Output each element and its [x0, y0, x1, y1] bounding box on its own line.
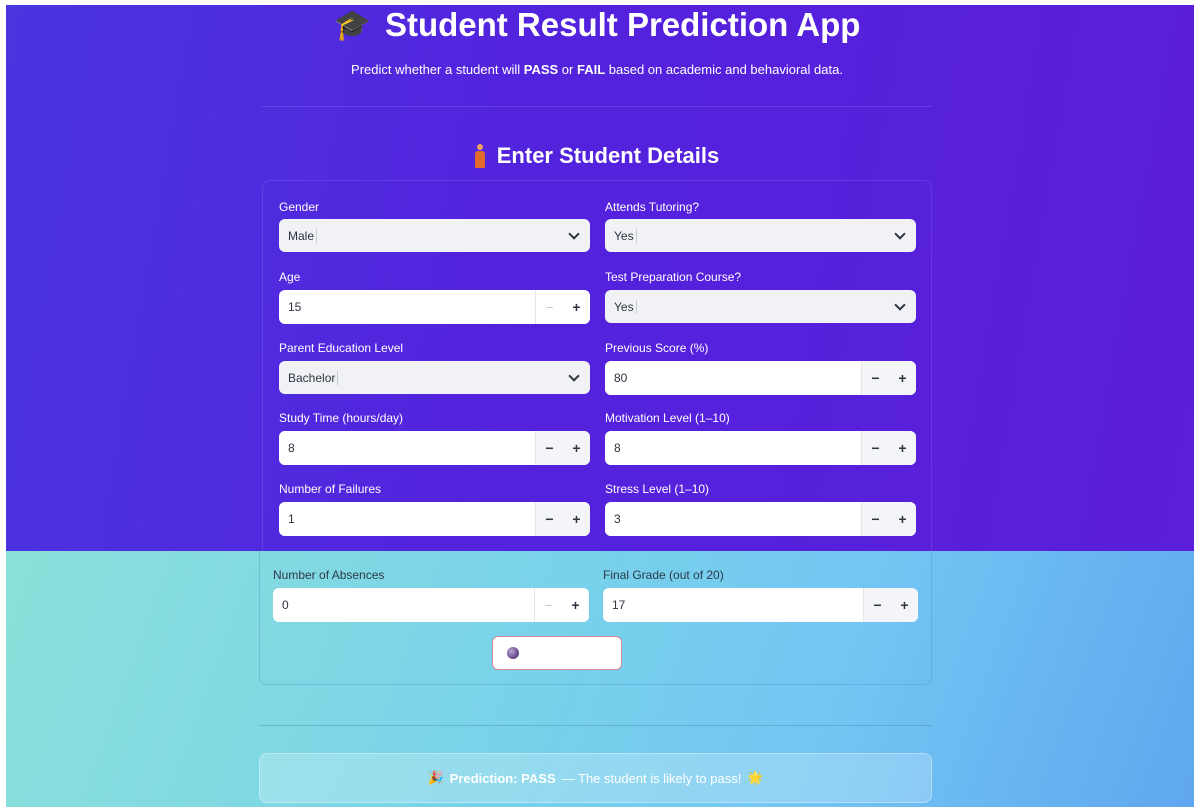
final-grade-decrement-button[interactable]: −	[864, 588, 891, 622]
study-time-decrement-button[interactable]: −	[536, 431, 563, 465]
gender-value: Male	[288, 228, 318, 243]
absences-increment-button[interactable]: +	[562, 588, 589, 622]
final-grade-number-input: 17 − +	[603, 588, 918, 622]
age-input[interactable]: 15	[279, 290, 536, 324]
stress-number-input: 3 − +	[605, 502, 916, 536]
test-prep-label: Test Preparation Course?	[605, 270, 742, 284]
parent-education-select[interactable]: Bachelor	[279, 361, 590, 394]
chevron-down-icon	[568, 228, 580, 240]
motivation-input[interactable]: 8	[605, 431, 862, 465]
stress-decrement-button[interactable]: −	[862, 502, 889, 536]
app-page: 🎓 Student Result Prediction App Predict …	[0, 0, 1194, 807]
absences-decrement-button[interactable]: −	[535, 588, 562, 622]
page-title-text: Student Result Prediction App	[384, 6, 861, 43]
age-decrement-button[interactable]: −	[536, 290, 563, 324]
person-icon	[474, 144, 485, 168]
failures-decrement-button[interactable]: −	[536, 502, 563, 536]
chevron-down-icon	[568, 370, 580, 382]
parent-education-value: Bachelor	[288, 370, 339, 385]
motivation-label: Motivation Level (1–10)	[605, 411, 730, 425]
section-heading: Enter Student Details	[0, 140, 1194, 172]
failures-label: Number of Failures	[279, 482, 382, 496]
chevron-down-icon	[894, 228, 906, 240]
failures-increment-button[interactable]: +	[563, 502, 590, 536]
star-icon: 🌟	[747, 770, 764, 785]
final-grade-input[interactable]: 17	[603, 588, 864, 622]
gender-select[interactable]: Male	[279, 219, 590, 252]
final-grade-label: Final Grade (out of 20)	[603, 568, 724, 582]
previous-score-decrement-button[interactable]: −	[862, 361, 889, 395]
page-title: 🎓 Student Result Prediction App	[0, 5, 1194, 45]
divider	[262, 106, 932, 107]
subtitle-tail: based on academic and behavioral data.	[605, 62, 843, 77]
tutoring-select[interactable]: Yes	[605, 219, 916, 252]
graduation-cap-icon: 🎓	[333, 8, 371, 42]
failures-number-input: 1 − +	[279, 502, 590, 536]
stress-increment-button[interactable]: +	[889, 502, 916, 536]
study-time-input[interactable]: 8	[279, 431, 536, 465]
prediction-message: — The student is likely to pass!	[561, 770, 742, 786]
divider	[259, 725, 932, 726]
predict-button[interactable]	[492, 636, 622, 670]
tutoring-value: Yes	[614, 228, 637, 243]
failures-input[interactable]: 1	[279, 502, 536, 536]
previous-score-input[interactable]: 80	[605, 361, 862, 395]
party-popper-icon: 🎉	[427, 770, 444, 785]
subtitle-text: Predict whether a student will	[351, 62, 524, 77]
page-subtitle: Predict whether a student will PASS or F…	[0, 62, 1194, 77]
prediction-label: Prediction: PASS	[449, 770, 556, 786]
chevron-down-icon	[894, 299, 906, 311]
gender-label: Gender	[279, 200, 320, 214]
stress-input[interactable]: 3	[605, 502, 862, 536]
test-prep-value: Yes	[614, 299, 637, 314]
age-number-input: 15 − +	[279, 290, 590, 324]
absences-number-input: 0 − +	[273, 588, 589, 622]
stress-label: Stress Level (1–10)	[605, 482, 710, 496]
motivation-number-input: 8 − +	[605, 431, 916, 465]
age-label: Age	[279, 270, 301, 284]
absences-label: Number of Absences	[273, 568, 385, 582]
study-time-increment-button[interactable]: +	[563, 431, 590, 465]
motivation-increment-button[interactable]: +	[889, 431, 916, 465]
final-grade-increment-button[interactable]: +	[891, 588, 918, 622]
section-title: Enter Student Details	[496, 143, 720, 168]
study-time-label: Study Time (hours/day)	[279, 411, 404, 425]
parent-education-label: Parent Education Level	[279, 341, 404, 355]
prediction-result-banner: 🎉 Prediction: PASS — The student is like…	[259, 753, 932, 803]
previous-score-number-input: 80 − +	[605, 361, 916, 395]
crystal-ball-icon	[507, 647, 519, 659]
test-prep-select[interactable]: Yes	[605, 290, 916, 323]
absences-input[interactable]: 0	[273, 588, 535, 622]
subtitle-pass: PASS	[523, 62, 559, 77]
previous-score-increment-button[interactable]: +	[889, 361, 916, 395]
subtitle-fail: FAIL	[576, 62, 606, 77]
motivation-decrement-button[interactable]: −	[862, 431, 889, 465]
previous-score-label: Previous Score (%)	[605, 341, 709, 355]
subtitle-or: or	[558, 62, 577, 77]
age-increment-button[interactable]: +	[563, 290, 590, 324]
tutoring-label: Attends Tutoring?	[605, 200, 700, 214]
study-time-number-input: 8 − +	[279, 431, 590, 465]
